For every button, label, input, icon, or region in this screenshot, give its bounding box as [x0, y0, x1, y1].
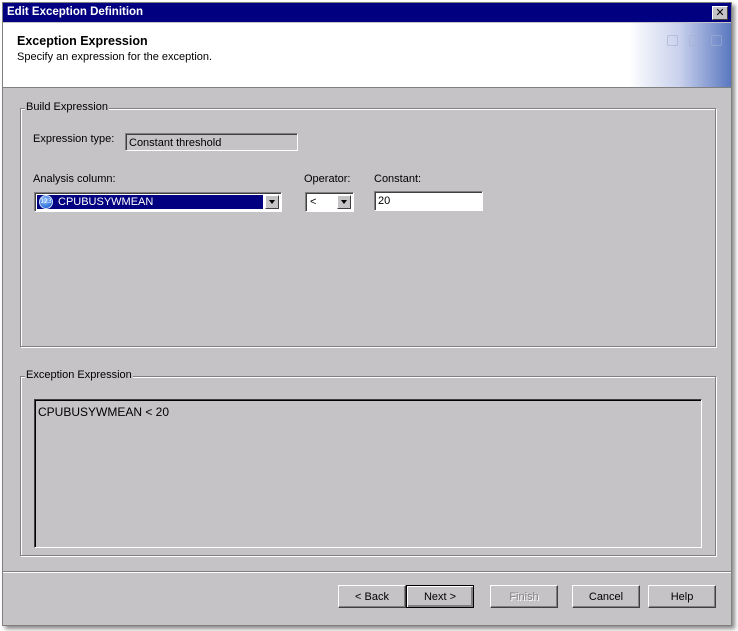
page-title: Exception Expression — [17, 34, 148, 48]
window-title: Edit Exception Definition — [7, 6, 144, 18]
expression-type-field: Constant threshold — [125, 133, 298, 151]
expression-type-label: Expression type: — [33, 133, 115, 145]
finish-button[interactable]: Finish — [490, 585, 558, 608]
edit-exception-dialog: Edit Exception Definition ✕ Exception Ex… — [2, 2, 732, 626]
operator-label: Operator: — [304, 173, 351, 185]
next-button[interactable]: Next > — [406, 585, 474, 608]
build-expression-group: Build Expression Expression type: Consta… — [20, 101, 716, 347]
decorative-square-icon — [667, 35, 678, 46]
close-icon: ✕ — [715, 6, 725, 19]
exception-expression-text: CPUBUSYWMEAN < 20 — [34, 399, 702, 548]
chevron-down-icon[interactable] — [337, 195, 351, 209]
footer-divider — [3, 571, 731, 573]
decorative-square-icon — [711, 35, 722, 46]
wizard-banner: Exception Expression Specify an expressi… — [3, 23, 731, 88]
close-button[interactable]: ✕ — [712, 6, 728, 20]
decorative-square-icon — [689, 35, 700, 46]
constant-input[interactable] — [374, 191, 483, 211]
page-subtitle: Specify an expression for the exception. — [17, 51, 213, 63]
operator-value: < — [310, 196, 317, 208]
help-button[interactable]: Help — [648, 585, 716, 608]
constant-label: Constant: — [374, 173, 422, 185]
operator-select[interactable]: < — [305, 192, 354, 212]
analysis-column-label: Analysis column: — [33, 173, 116, 185]
analysis-column-select[interactable]: 123 CPUBUSYWMEAN — [34, 192, 282, 212]
chevron-down-icon[interactable] — [265, 195, 279, 209]
back-button[interactable]: < Back — [338, 585, 406, 608]
cancel-button[interactable]: Cancel — [572, 585, 640, 608]
build-expression-label: Build Expression — [25, 101, 109, 113]
exception-expression-label: Exception Expression — [25, 369, 133, 381]
title-bar: Edit Exception Definition ✕ — [3, 3, 731, 22]
analysis-column-value: CPUBUSYWMEAN — [58, 196, 154, 208]
numeric-column-icon: 123 — [39, 195, 53, 210]
exception-expression-group: Exception Expression CPUBUSYWMEAN < 20 — [20, 369, 716, 556]
